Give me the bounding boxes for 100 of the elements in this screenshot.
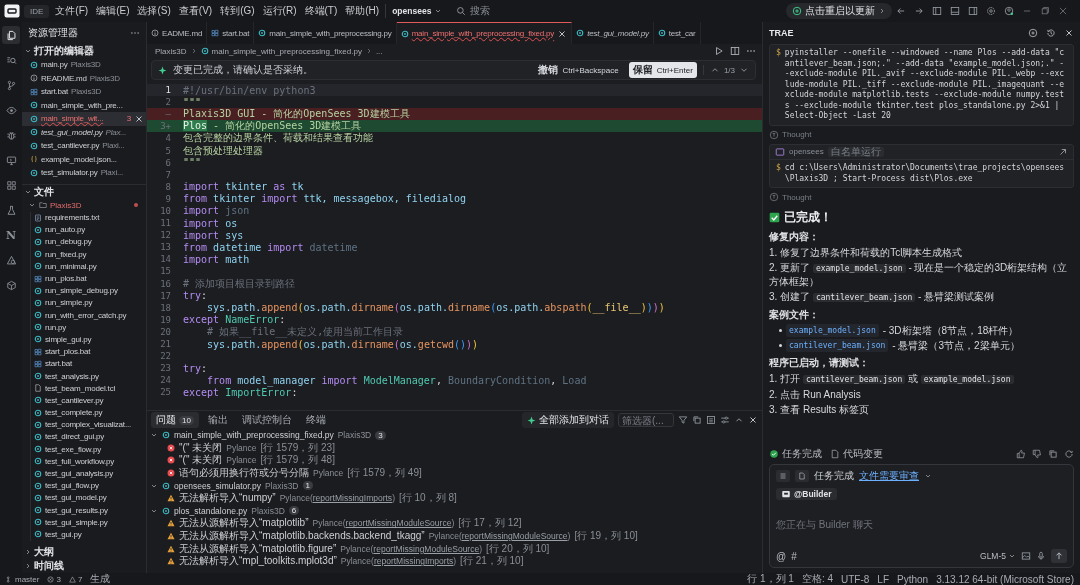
menu-item[interactable]: 转到(G) [218,2,257,20]
code-changes-button[interactable]: 代码变更 [830,447,883,461]
problem-file[interactable]: plos_standalone.py [174,505,248,516]
breadcrumb-item[interactable]: ... [375,46,383,56]
problem-item[interactable]: 无法从源解析导入“matplotlib” Pylance(reportMissingModuleSource) [行 17，列 12] [147,517,762,530]
breadcrumb-item[interactable]: main_simple_with_preprocessing_fixed.py [211,46,362,56]
settings-icon[interactable] [986,6,996,16]
filter-icon[interactable] [678,415,688,425]
bottom-panel-icon[interactable] [950,6,960,16]
open-editor-item[interactable]: main_simple_wit... 3 [22,112,146,126]
status-item[interactable]: Python [897,573,929,585]
problem-item[interactable]: 无法从源解析导入“matplotlib.backends.backend_tkagg” Pylance(reportMissingModuleSource) [行 19，列 10] [147,529,762,543]
menu-item[interactable]: 文件(F) [53,2,91,20]
menu-item[interactable]: 查看(V) [176,2,215,20]
status-item[interactable]: LF [877,573,889,585]
chevron-icon[interactable] [924,472,932,480]
status-item[interactable]: 行 1，列 1 [747,573,794,585]
panel-tab[interactable]: 问题 10 [151,412,199,428]
document-button[interactable] [795,470,809,482]
file-item[interactable]: run_auto.py [30,223,146,236]
chevron-icon[interactable] [24,47,32,55]
thumbs-up-icon[interactable] [1016,449,1026,459]
split-editor-icon[interactable] [730,46,740,56]
editor-tab[interactable]: main_simple_with_preprocessing_fixed.py [396,22,573,44]
add-all-button[interactable]: 全部添加到对话 [522,412,614,428]
status-item[interactable]: 生成 [90,573,111,585]
error-count[interactable]: 3 [47,574,61,584]
problem-item[interactable]: 无法解析导入“mpl_toolkits.mplot3d” Pylance(reportMissingImports) [行 21，列 10] [147,554,762,568]
refresh-icon[interactable] [1064,449,1074,459]
file-item[interactable]: run_plos.bat [30,272,146,285]
file-item[interactable]: test_beam_model.tcl [30,382,146,395]
problem-item[interactable]: 无法解析导入“numpy” Pylance(reportMissingImports) [行 10，列 8] [147,491,762,505]
status-item[interactable]: UTF-8 [841,573,870,585]
file-item[interactable]: requirements.txt [30,211,146,224]
menu-item[interactable]: 编辑(E) [94,2,132,20]
filter-field[interactable]: 筛选器(... [618,413,674,427]
panel-tab[interactable]: 调试控制台 [236,412,297,428]
thought-toggle[interactable]: Thought [769,190,1074,204]
file-item[interactable]: test_direct_gui.py [30,430,146,444]
open-editor-item[interactable]: start.bat Plaxis3D [22,85,146,99]
problem-file[interactable]: opensees_simulator.py [174,480,261,491]
list-view-icon[interactable] [706,415,716,425]
history-icon[interactable] [1046,28,1056,38]
file-item[interactable]: test_complete.py [30,406,146,419]
editor-tab[interactable]: test_gui_model.py [572,22,654,44]
file-item[interactable]: test_gui_model.py [30,491,146,504]
panel-tab[interactable]: 输出 [202,412,233,428]
breadcrumb-item[interactable]: Plaxis3D [155,46,187,56]
send-button[interactable] [1051,549,1067,563]
editor-tab[interactable]: start.bat [207,22,255,44]
copy-icon[interactable] [692,415,702,425]
files-icon[interactable] [2,26,20,44]
search-field[interactable]: 搜索 [452,2,633,20]
open-editor-item[interactable]: test_simulator.py Plaxi... [22,166,146,180]
open-editor-item[interactable]: main.py Plaxis3D [22,58,146,72]
problem-item[interactable]: 无法从源解析导入“matplotlib.figure” Pylance(reportMissingModuleSource) [行 20，列 10] [147,542,762,555]
review-link[interactable]: 文件需要审查 [859,469,919,483]
microphone-icon[interactable] [1036,551,1046,561]
close-icon[interactable] [748,415,758,425]
close-icon[interactable] [1064,28,1074,38]
open-editor-item[interactable]: README.md Plaxis3D [22,71,146,85]
file-item[interactable]: run_simple.py [30,296,146,309]
menu-item[interactable]: 终端(T) [302,2,340,20]
panel-tab[interactable]: 终端 [300,412,331,428]
insert-button[interactable]: # [791,550,797,562]
copy-icon[interactable] [1048,449,1058,459]
section-header[interactable]: 文件 [22,184,146,199]
run-icon[interactable] [714,46,724,56]
keep-button[interactable]: 保留 Ctrl+Enter [628,62,697,78]
file-item[interactable]: run_minimal.py [30,260,146,273]
file-item[interactable]: test_gui_flow.py [30,479,146,492]
file-item[interactable]: run_debug.py [30,235,146,249]
thought-toggle[interactable]: Thought [769,127,1074,142]
section-header[interactable]: 时间线 [22,559,146,573]
editor-tab[interactable]: EADME.md [147,22,208,44]
agent-chip[interactable]: @Builder [776,488,837,500]
folder-item[interactable]: Plaxis3D [22,198,146,212]
editor-tab[interactable]: test_car [653,22,701,44]
file-item[interactable]: test_exe_flow.py [30,443,146,456]
file-item[interactable]: simple_gui.py [30,333,146,346]
file-item[interactable]: start.bat [30,357,146,370]
section-header[interactable]: 大纲 [22,545,146,559]
model-selector[interactable]: GLM-5 [980,551,1016,561]
file-item[interactable]: test_analysis.py [30,369,146,383]
left-panel-icon[interactable] [932,6,942,16]
open-editor-item[interactable]: main_simple_with_pre... [22,98,146,112]
file-item[interactable]: run_with_error_catch.py [30,309,146,322]
maximize-icon[interactable] [1040,6,1050,16]
file-item[interactable]: test_gui_simple.py [30,516,146,529]
file-item[interactable]: test_gui_results.py [30,504,146,517]
file-item[interactable]: test_full_workflow.py [30,455,146,468]
problem-file[interactable]: main_simple_with_preprocessing_fixed.py [174,430,334,441]
project-switcher[interactable]: opensees [385,4,449,18]
undo-button[interactable]: 撤销 Ctrl+Backspace [534,62,623,78]
thumbs-down-icon[interactable] [1032,449,1042,459]
sliders-icon[interactable] [720,415,730,425]
file-item[interactable]: test_cantilever.py [30,394,146,407]
close-icon[interactable] [134,113,144,124]
open-editor-item[interactable]: test_cantilever.py Plaxi... [22,139,146,153]
account-icon[interactable] [1004,6,1014,16]
